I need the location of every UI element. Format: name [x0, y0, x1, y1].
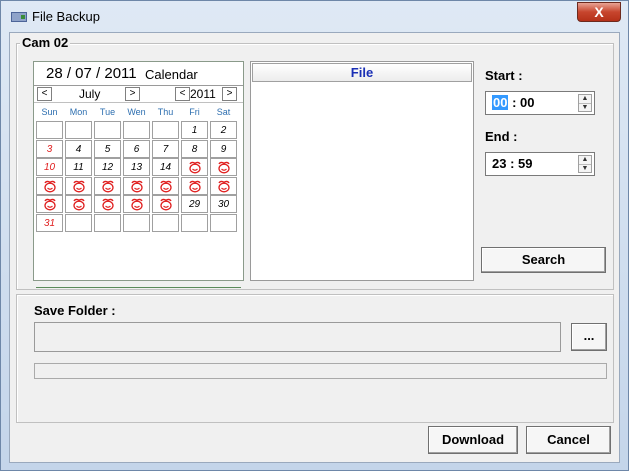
recorded-day-icon[interactable]: [210, 158, 237, 176]
app-icon: [11, 12, 27, 22]
recorded-day-icon[interactable]: [36, 195, 63, 213]
weekday-header: Thu: [157, 107, 174, 117]
start-minute[interactable]: 00: [520, 95, 534, 110]
empty-day-cell: [94, 213, 121, 232]
prev-month-button[interactable]: <: [37, 87, 52, 101]
empty-day-cell: [65, 121, 92, 139]
end-time-spinner[interactable]: 23 : 59 ▲ ▼: [485, 152, 595, 176]
end-time-value[interactable]: 23 : 59: [492, 156, 532, 171]
recorded-day-icon[interactable]: [94, 195, 121, 213]
recorded-day-icon[interactable]: [152, 195, 179, 213]
next-month-button[interactable]: >: [125, 87, 140, 101]
weekday-header: Sun: [41, 107, 58, 117]
progress-bar: [34, 363, 607, 379]
calendar-day[interactable]: 9: [210, 139, 237, 158]
weekday-header: Sat: [216, 107, 231, 117]
file-list[interactable]: File: [250, 61, 474, 281]
save-folder-label: Save Folder :: [34, 303, 116, 318]
calendar-day[interactable]: 7: [152, 139, 179, 158]
calendar-day[interactable]: 31: [36, 213, 63, 232]
calendar-day[interactable]: 2: [210, 121, 237, 139]
recorded-day-icon[interactable]: [65, 195, 92, 213]
divider: [34, 102, 243, 103]
recorded-day-icon[interactable]: [210, 176, 237, 195]
weekday-header: Wen: [127, 107, 146, 117]
calendar-day[interactable]: 12: [94, 158, 121, 176]
calendar-day[interactable]: 4: [65, 139, 92, 158]
recorded-day-icon[interactable]: [94, 176, 121, 195]
empty-day-cell: [152, 121, 179, 139]
empty-day-cell: [123, 213, 150, 232]
end-label: End :: [485, 129, 518, 144]
empty-day-cell: [94, 121, 121, 139]
window-title: File Backup: [32, 9, 100, 24]
divider: [36, 287, 241, 288]
cam-group-title: Cam 02: [20, 35, 71, 50]
spin-down-icon[interactable]: ▼: [579, 164, 591, 173]
divider: [34, 85, 243, 86]
next-year-button[interactable]: >: [222, 87, 237, 101]
browse-button[interactable]: ...: [571, 323, 607, 351]
weekday-header: Fri: [189, 107, 200, 117]
recorded-day-icon[interactable]: [36, 176, 63, 195]
calendar-day[interactable]: 8: [181, 139, 208, 158]
search-button[interactable]: Search: [481, 247, 606, 273]
recorded-day-icon[interactable]: [123, 176, 150, 195]
recorded-day-icon[interactable]: [152, 176, 179, 195]
prev-year-button[interactable]: <: [175, 87, 190, 101]
recorded-day-icon[interactable]: [123, 195, 150, 213]
cancel-button[interactable]: Cancel: [526, 426, 611, 454]
calendar-day[interactable]: 5: [94, 139, 121, 158]
calendar-day[interactable]: 10: [36, 158, 63, 176]
spin-down-icon[interactable]: ▼: [579, 103, 591, 112]
empty-day-cell: [65, 213, 92, 232]
start-spin-buttons[interactable]: ▲ ▼: [578, 94, 592, 112]
empty-day-cell: [123, 121, 150, 139]
calendar-day[interactable]: 11: [65, 158, 92, 176]
start-separator: :: [508, 95, 521, 110]
calendar-label: Calendar: [145, 67, 198, 82]
start-time-spinner[interactable]: 00 : 00 ▲ ▼: [485, 91, 595, 115]
calendar-day[interactable]: 13: [123, 158, 150, 176]
year-label: 2011: [190, 87, 216, 101]
month-label: July: [79, 87, 101, 101]
close-button[interactable]: X: [577, 2, 621, 22]
recorded-day-icon[interactable]: [181, 176, 208, 195]
weekday-header: Tue: [99, 107, 116, 117]
start-hour[interactable]: 00: [492, 95, 509, 110]
calendar-day[interactable]: 29: [181, 195, 208, 213]
file-column-header[interactable]: File: [252, 63, 472, 82]
calendar-date-display: 28 / 07 / 2011: [46, 65, 137, 82]
file-backup-window: File Backup X Cam 02 28 / 07 / 2011 Cale…: [0, 0, 629, 471]
empty-day-cell: [181, 213, 208, 232]
empty-day-cell: [36, 121, 63, 139]
calendar-day[interactable]: 30: [210, 195, 237, 213]
calendar-day[interactable]: 14: [152, 158, 179, 176]
spin-up-icon[interactable]: ▲: [579, 156, 591, 164]
title-bar[interactable]: File Backup X: [1, 1, 628, 33]
calendar-day[interactable]: 1: [181, 121, 208, 139]
download-button[interactable]: Download: [428, 426, 518, 454]
client-area: Cam 02 28 / 07 / 2011 Calendar < July > …: [9, 32, 620, 463]
calendar-day[interactable]: 3: [36, 139, 63, 158]
calendar: 28 / 07 / 2011 Calendar < July > < 2011 …: [33, 61, 244, 288]
empty-day-cell: [152, 213, 179, 232]
recorded-day-icon[interactable]: [181, 158, 208, 176]
save-folder-field[interactable]: [34, 322, 561, 352]
recorded-day-icon[interactable]: [65, 176, 92, 195]
start-label: Start :: [485, 68, 523, 83]
calendar-day[interactable]: 6: [123, 139, 150, 158]
weekday-header: Mon: [69, 107, 88, 117]
spin-up-icon[interactable]: ▲: [579, 95, 591, 103]
empty-day-cell: [210, 213, 237, 232]
start-time-value[interactable]: 00 : 00: [492, 95, 535, 110]
end-spin-buttons[interactable]: ▲ ▼: [578, 155, 592, 173]
